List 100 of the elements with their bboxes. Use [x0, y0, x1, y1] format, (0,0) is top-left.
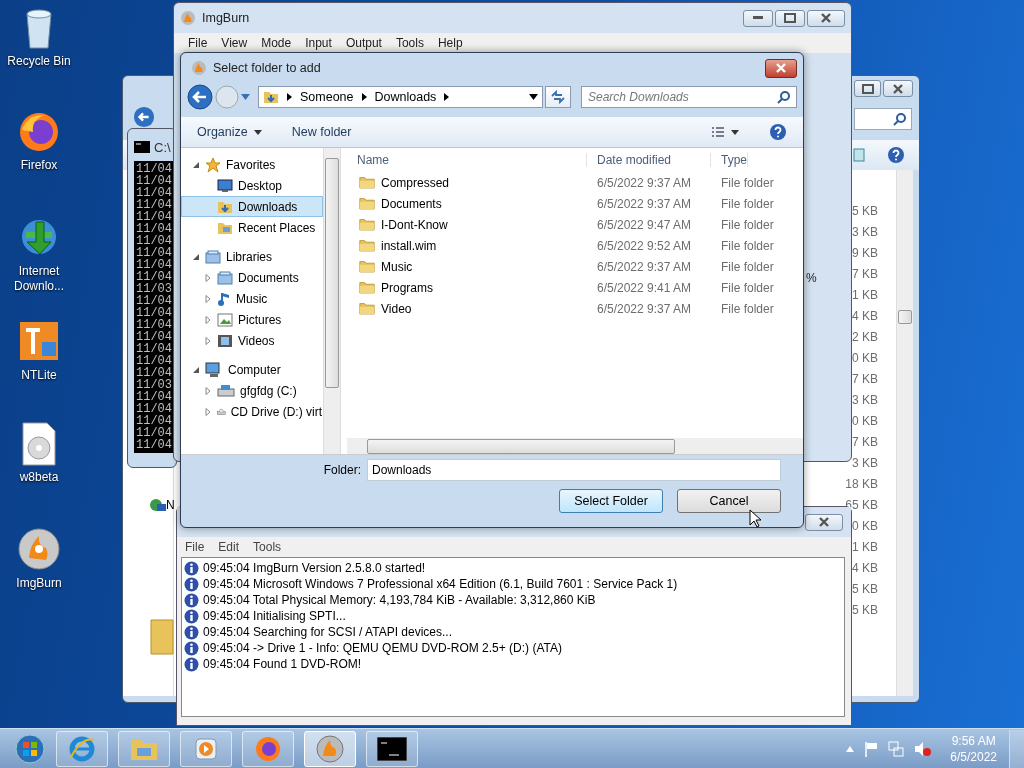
expanded-arrow-icon[interactable]	[192, 252, 200, 261]
shortcut-label: Recycle Bin	[6, 54, 72, 69]
tree-item[interactable]: Recent Places	[181, 217, 323, 238]
desktop-shortcut[interactable]: NTLite	[0, 318, 78, 422]
file-size: 5 KB	[852, 602, 878, 617]
new-folder-button[interactable]: New folder	[291, 125, 352, 139]
address-bar[interactable]: Someone Downloads	[258, 86, 543, 108]
help-icon[interactable]	[769, 123, 787, 141]
desktop-shortcut[interactable]: ImgBurn	[0, 526, 78, 630]
scrollbar[interactable]	[323, 148, 340, 454]
file-date: 6/5/2022 9:47 AM	[596, 217, 693, 232]
desktop-shortcut[interactable]: Internet Downlo...	[0, 214, 78, 318]
file-type: File folder	[720, 175, 774, 190]
view-options-button[interactable]	[711, 126, 739, 138]
collapsed-arrow-icon[interactable]	[204, 294, 212, 303]
maximize-icon	[861, 83, 874, 94]
menu-item[interactable]: Help	[437, 36, 463, 50]
file-row[interactable]: install.wim 6/5/2022 9:52 AM File folder	[347, 235, 803, 256]
file-size: 2 KB	[852, 329, 878, 344]
picture-icon	[217, 312, 233, 327]
maximize-button[interactable]	[775, 9, 805, 27]
tree-item[interactable]: Videos	[181, 330, 323, 351]
file-size: 1 KB	[852, 539, 878, 554]
file-row[interactable]: I-Dont-Know 6/5/2022 9:47 AM File folder	[347, 214, 803, 235]
tree-item[interactable]: gfgfdg (C:)	[181, 380, 323, 401]
file-date: 6/5/2022 9:37 AM	[596, 196, 693, 211]
tree-item[interactable]: Favorites	[181, 154, 323, 175]
file-row[interactable]: Video 6/5/2022 9:37 AM File folder	[347, 298, 803, 319]
dropdown-arrow-icon[interactable]	[529, 94, 538, 100]
windows-logo-icon	[15, 733, 45, 764]
menu-item[interactable]: Tools	[253, 540, 282, 554]
file-size: 0 KB	[852, 350, 878, 365]
tree-item[interactable]: Pictures	[181, 309, 323, 330]
close-button[interactable]	[807, 9, 845, 27]
menu-item[interactable]: View	[221, 36, 248, 50]
tree-item[interactable]: Libraries	[181, 246, 323, 267]
search-icon	[777, 90, 791, 104]
tree-item[interactable]: CD Drive (D:) virt	[181, 401, 323, 422]
log-message: 09:45:04 -> Drive 1 - Info: QEMU QEMU DVD-ROM 2.5+ (D:) (ATA)	[203, 641, 562, 655]
column-header[interactable]: Date modified	[587, 153, 711, 167]
minimize-button[interactable]	[743, 9, 773, 27]
folder-icon	[149, 616, 175, 656]
muted-speaker-icon[interactable]	[914, 740, 933, 757]
tree-item[interactable]: Documents	[181, 267, 323, 288]
refresh-button[interactable]	[545, 86, 571, 108]
file-row[interactable]: Compressed 6/5/2022 9:37 AM File folder	[347, 172, 803, 193]
file-name: install.wim	[381, 238, 437, 253]
tree-item[interactable]: Desktop	[181, 175, 323, 196]
file-row[interactable]: Music 6/5/2022 9:37 AM File folder	[347, 256, 803, 277]
list-view-icon	[711, 126, 725, 138]
search-field[interactable]	[854, 108, 912, 130]
menu-item[interactable]: Input	[305, 36, 332, 50]
collapsed-arrow-icon[interactable]	[204, 273, 212, 282]
menu-item[interactable]: File	[185, 540, 205, 554]
desktop-shortcut[interactable]: Recycle Bin	[0, 6, 78, 110]
breadcrumb-item[interactable]: Someone	[300, 90, 354, 104]
file-date: 6/5/2022 9:37 AM	[596, 175, 693, 190]
collapsed-arrow-icon[interactable]	[204, 315, 212, 324]
collapsed-arrow-icon[interactable]	[204, 407, 212, 416]
menu-item[interactable]: Tools	[395, 36, 424, 50]
cancel-button[interactable]: Cancel	[677, 489, 781, 513]
maximize-button[interactable]	[854, 80, 881, 97]
menu-item[interactable]: Output	[345, 36, 382, 50]
column-header[interactable]: Type	[711, 153, 748, 167]
close-button[interactable]	[805, 513, 843, 531]
folder-field[interactable]: Downloads	[367, 459, 781, 481]
menu-item[interactable]: Mode	[261, 36, 292, 50]
expanded-arrow-icon[interactable]	[192, 365, 200, 374]
tree-item[interactable]: Music	[181, 288, 323, 309]
scrollbar[interactable]	[347, 438, 803, 454]
close-button[interactable]	[765, 58, 797, 78]
window-title: ImgBurn	[202, 11, 250, 25]
file-row[interactable]: Programs 6/5/2022 9:41 AM File folder	[347, 277, 803, 298]
organize-menu-button[interactable]: Organize	[197, 125, 262, 139]
menu-item[interactable]: Edit	[218, 540, 240, 554]
select-folder-button[interactable]: Select Folder	[559, 489, 663, 513]
file-date: 6/5/2022 9:37 AM	[596, 301, 693, 316]
file-row[interactable]: Documents 6/5/2022 9:37 AM File folder	[347, 193, 803, 214]
collapsed-arrow-icon[interactable]	[204, 386, 212, 395]
collapsed-arrow-icon[interactable]	[204, 336, 212, 345]
file-name: Music	[381, 259, 413, 274]
info-icon	[184, 576, 199, 592]
folder-icon	[359, 197, 375, 210]
column-header[interactable]: Name	[347, 153, 587, 167]
menu-item[interactable]: File	[188, 36, 208, 50]
help-icon[interactable]	[887, 146, 905, 164]
shortcut-label: Firefox	[19, 158, 59, 173]
file-size: 1 KB	[852, 287, 878, 302]
expanded-arrow-icon[interactable]	[192, 160, 200, 169]
media-player-icon	[193, 735, 219, 762]
tree-item[interactable]: Computer	[181, 359, 323, 380]
breadcrumb-item[interactable]: Downloads	[374, 90, 437, 104]
desktop-shortcut[interactable]: w8beta	[0, 422, 78, 526]
scrollbar[interactable]	[896, 170, 913, 696]
search-field[interactable]: Search Downloads	[581, 86, 797, 108]
desktop-shortcut[interactable]: Firefox	[0, 110, 78, 214]
tree-item[interactable]: Downloads	[181, 196, 323, 217]
close-button[interactable]	[883, 80, 913, 97]
taskbar-button[interactable]	[366, 730, 418, 767]
folder-icon	[359, 281, 375, 294]
